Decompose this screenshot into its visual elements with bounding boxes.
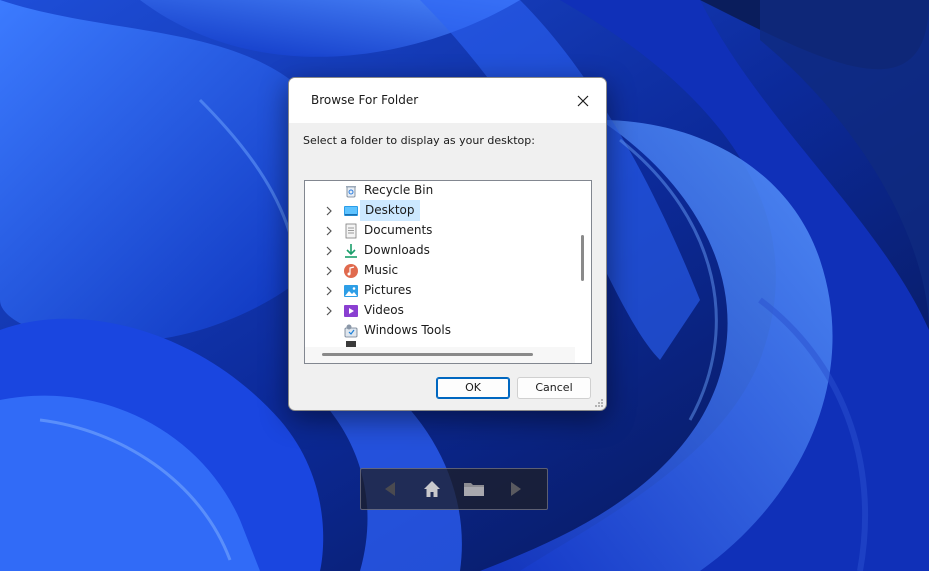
chevron-right-icon[interactable]: [324, 226, 334, 236]
home-icon: [424, 481, 440, 497]
back-arrow-icon: [385, 482, 395, 496]
chevron-right-icon[interactable]: [324, 286, 334, 296]
tree-item-label: Desktop: [360, 200, 420, 221]
pictures-folder-icon: [344, 285, 358, 297]
tree-item-label: Music: [364, 263, 399, 277]
tree-item-label: Pictures: [364, 283, 412, 297]
tree-item-pictures[interactable]: Pictures: [305, 281, 575, 301]
forward-arrow-icon: [511, 482, 521, 496]
close-icon: [577, 95, 589, 106]
tree-item-label: Windows Tools: [364, 323, 451, 337]
tree-item-desktop[interactable]: Desktop: [305, 200, 575, 221]
chevron-right-icon[interactable]: [324, 206, 334, 216]
chevron-right-icon[interactable]: [324, 266, 334, 276]
horizontal-scrollbar[interactable]: [305, 347, 575, 363]
tree-item-downloads[interactable]: Downloads: [305, 241, 575, 261]
tree-item-windows-tools[interactable]: Windows Tools: [305, 321, 575, 341]
resize-grip-icon[interactable]: [594, 398, 604, 408]
tree-item-videos[interactable]: Videos: [305, 301, 575, 321]
chevron-right-icon[interactable]: [324, 246, 334, 256]
chevron-right-icon[interactable]: [324, 306, 334, 316]
folder-tree[interactable]: Recycle Bin Desktop Documents Downloads …: [304, 180, 592, 364]
horizontal-scrollbar-thumb[interactable]: [322, 353, 533, 356]
forward-button[interactable]: [503, 477, 529, 501]
folder-icon: [464, 483, 484, 496]
navigation-bar: [360, 468, 548, 510]
home-button[interactable]: [419, 477, 445, 501]
desktop-folder-icon: [344, 206, 358, 216]
dialog-titlebar[interactable]: Browse For Folder: [289, 78, 606, 123]
tree-item-label: Videos: [364, 303, 404, 317]
downloads-folder-icon: [345, 244, 357, 258]
tree-item-label: Downloads: [364, 243, 430, 257]
ok-button[interactable]: OK: [436, 377, 510, 399]
dialog-title: Browse For Folder: [311, 93, 419, 107]
tree-item-music[interactable]: Music: [305, 261, 575, 281]
tree-item-label: Recycle Bin: [364, 183, 434, 197]
tree-item-recycle-bin[interactable]: Recycle Bin: [305, 181, 575, 201]
folder-button[interactable]: [461, 477, 487, 501]
dialog-prompt: Select a folder to display as your deskt…: [303, 134, 535, 147]
browse-for-folder-dialog: Browse For Folder Select a folder to dis…: [288, 77, 607, 411]
documents-folder-icon: [345, 223, 357, 239]
tree-item-label: Documents: [364, 223, 433, 237]
music-folder-icon: [344, 264, 358, 278]
videos-folder-icon: [344, 305, 358, 317]
close-button[interactable]: [560, 78, 606, 123]
tree-item-documents[interactable]: Documents: [305, 221, 575, 241]
windows-tools-icon: [344, 324, 358, 338]
back-button[interactable]: [377, 477, 403, 501]
cancel-button[interactable]: Cancel: [517, 377, 591, 399]
recycle-bin-icon: [346, 186, 356, 198]
vertical-scrollbar-thumb[interactable]: [581, 235, 584, 281]
